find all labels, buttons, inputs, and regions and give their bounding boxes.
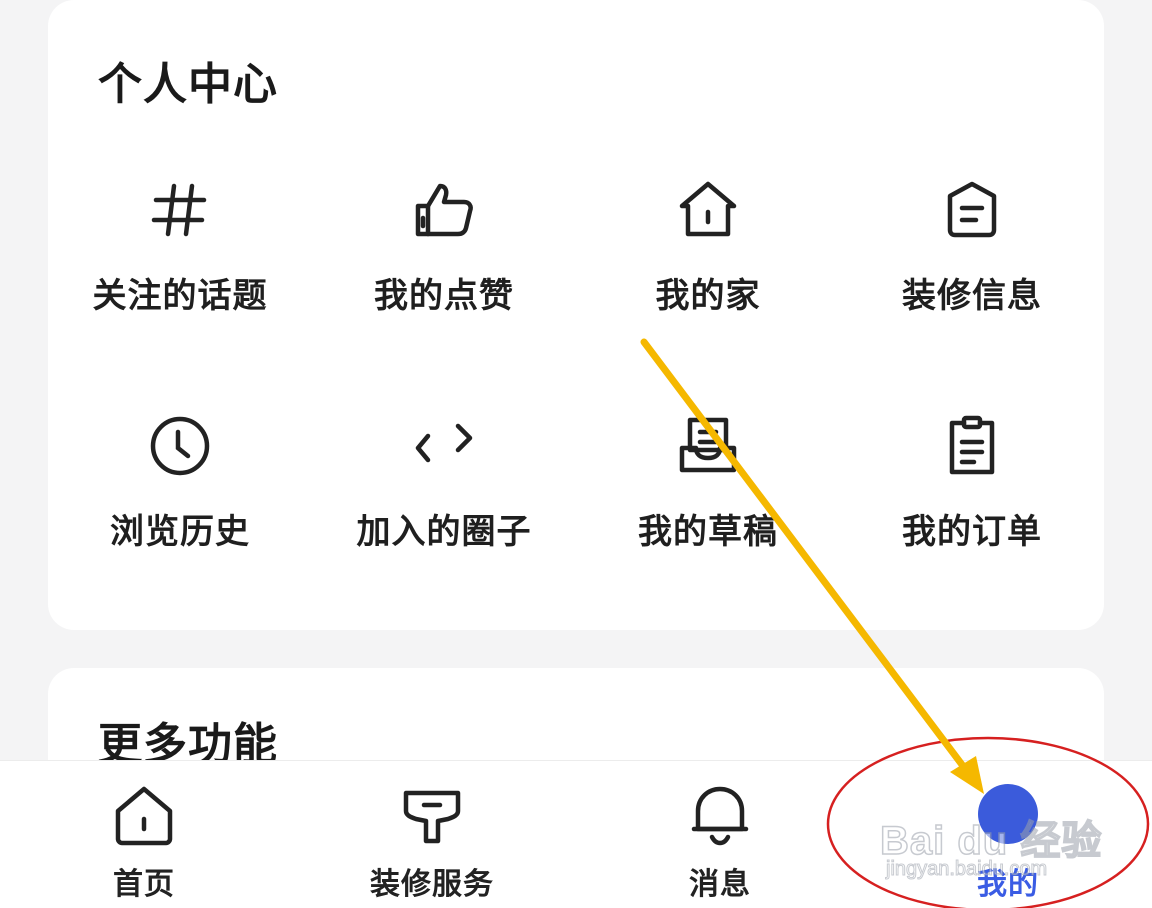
grid-item-label: 关注的话题 — [92, 276, 268, 316]
grid-item-followed-topics[interactable]: 关注的话题 — [48, 178, 312, 378]
tab-messages[interactable]: 消息 — [620, 761, 820, 908]
grid-item-joined-circles[interactable]: 加入的圈子 — [312, 414, 576, 614]
grid-item-label: 我的点赞 — [374, 276, 514, 316]
grid-item-label: 加入的圈子 — [356, 512, 532, 552]
tab-renovation-service[interactable]: 装修服务 — [332, 761, 532, 908]
bell-icon — [690, 783, 750, 847]
bottom-tab-bar: 首页 装修服务 消息 我的 — [0, 760, 1152, 908]
personal-center-title: 个人中心 — [98, 59, 278, 110]
grid-item-my-home[interactable]: 我的家 — [576, 178, 840, 378]
grid-item-label: 我的订单 — [902, 512, 1042, 552]
home-icon — [114, 783, 174, 847]
document-icon — [940, 178, 1004, 242]
grid-item-my-drafts[interactable]: 我的草稿 — [576, 414, 840, 614]
hashtag-icon — [148, 178, 212, 242]
grid-item-label: 装修信息 — [902, 276, 1042, 316]
tab-label: 首页 — [113, 867, 175, 902]
thumbs-up-icon — [412, 178, 476, 242]
grid-item-browse-history[interactable]: 浏览历史 — [48, 414, 312, 614]
tab-home[interactable]: 首页 — [44, 761, 244, 908]
profile-icon[interactable] — [978, 784, 1038, 844]
grid-item-my-orders[interactable]: 我的订单 — [840, 414, 1104, 614]
home-icon — [676, 178, 740, 242]
draft-tray-icon — [676, 414, 740, 478]
code-brackets-icon — [412, 414, 476, 478]
tab-label: 装修服务 — [370, 867, 494, 902]
clock-icon — [148, 414, 212, 478]
tab-label: 消息 — [689, 867, 751, 902]
roller-icon — [402, 783, 462, 847]
grid-item-renovation-info[interactable]: 装修信息 — [840, 178, 1104, 378]
grid-item-my-likes[interactable]: 我的点赞 — [312, 178, 576, 378]
grid-item-label: 我的草稿 — [638, 512, 778, 552]
tab-label: 我的 — [977, 867, 1039, 902]
grid-item-label: 我的家 — [655, 276, 761, 316]
personal-center-card: 个人中心 关注的话题 我的点赞 我的家 装修信息 浏览历史 加入的圈子 我的草稿… — [48, 0, 1104, 630]
clipboard-icon — [940, 414, 1004, 478]
grid-item-label: 浏览历史 — [110, 512, 250, 552]
